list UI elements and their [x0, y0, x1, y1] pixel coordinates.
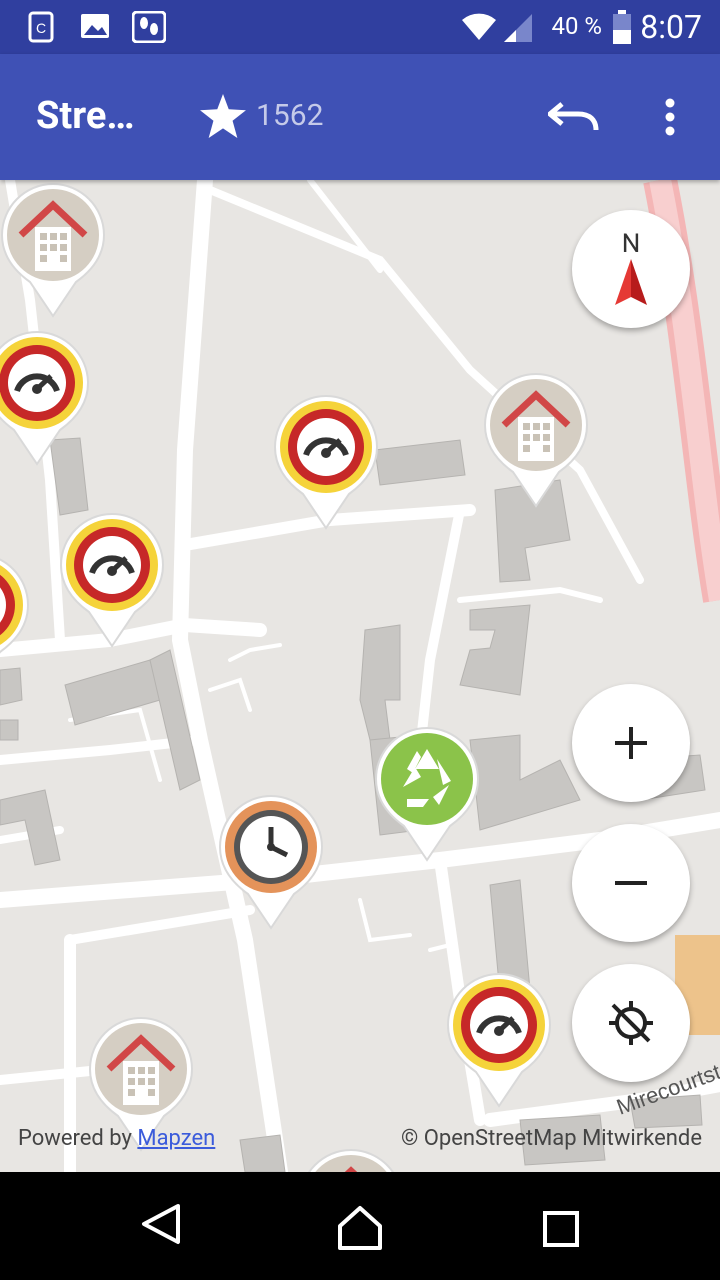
speed-limit-icon[interactable]: [444, 970, 554, 1110]
svg-text:C: C: [36, 20, 46, 36]
recycling-icon[interactable]: [372, 724, 482, 864]
speed-limit-icon[interactable]: [57, 510, 167, 650]
more-vert-icon[interactable]: [658, 98, 682, 142]
recents-icon[interactable]: [542, 1210, 580, 1252]
gps-location-button[interactable]: [572, 964, 690, 1082]
gps-location-icon: [609, 1001, 653, 1045]
attribution-osm: © OpenStreetMap Mitwirkende: [401, 1126, 702, 1151]
speed-limit-icon[interactable]: [0, 328, 92, 468]
zoom-out-icon: [615, 881, 647, 885]
building-icon[interactable]: [0, 180, 108, 320]
app-title: Stre…: [36, 94, 135, 138]
attribution-prefix: Powered by: [18, 1126, 138, 1151]
notification-c-icon: C: [28, 11, 54, 47]
footsteps-icon: [131, 10, 167, 47]
building-icon[interactable]: [296, 1146, 406, 1172]
undo-icon[interactable]: [546, 98, 600, 138]
home-icon[interactable]: [336, 1204, 384, 1254]
opening-hours-icon[interactable]: [216, 792, 326, 932]
compass-needle-icon: [615, 259, 647, 305]
signal-icon: [502, 12, 534, 48]
zoom-in-icon: [615, 727, 647, 759]
zoom-in-button[interactable]: [572, 684, 690, 802]
speed-limit-icon[interactable]: [0, 550, 32, 690]
zoom-out-button[interactable]: [572, 824, 690, 942]
navigation-bar: [0, 1172, 720, 1280]
star-icon: [200, 94, 246, 142]
battery-icon: [612, 10, 632, 48]
attribution-mapzen: Powered by Mapzen: [18, 1126, 215, 1151]
status-bar: C 40 % 8:07: [0, 0, 720, 54]
map-view[interactable]: Mirecourtst N Powered by Mapzen © OpenSt…: [0, 180, 720, 1172]
image-icon: [80, 11, 110, 45]
compass-button[interactable]: N: [572, 210, 690, 328]
wifi-icon: [460, 12, 498, 46]
battery-percent: 40 %: [551, 12, 602, 40]
compass-north-label: N: [621, 229, 641, 259]
back-icon[interactable]: [140, 1202, 182, 1250]
answer-count: 1562: [256, 98, 324, 133]
app-bar: Stre… 1562: [0, 54, 720, 180]
speed-limit-icon[interactable]: [271, 392, 381, 532]
building-icon[interactable]: [481, 370, 591, 510]
mapzen-link[interactable]: Mapzen: [137, 1126, 215, 1151]
clock-time: 8:07: [640, 8, 702, 46]
